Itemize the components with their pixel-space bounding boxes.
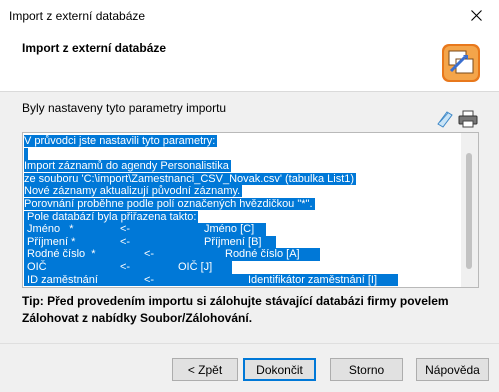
mapping-source: Jméno * (24, 223, 120, 236)
summary-line: Nové záznamy aktualizují původní záznamy… (24, 185, 243, 198)
close-icon (470, 10, 482, 21)
mapping-arrow: <- (120, 235, 204, 249)
mapping-source: OIČ (24, 260, 120, 274)
window-title: Import z externí databáze (9, 9, 146, 23)
notes-icon[interactable] (436, 110, 454, 128)
vertical-scrollbar[interactable] (461, 133, 478, 287)
mapping-arrow: <- (144, 248, 225, 261)
summary-line: Porovnání proběhne podle polí označených… (24, 197, 315, 210)
mapping-target: Příjmení [B] (204, 235, 276, 249)
summary-line: Import záznamů do agendy Personalistika (24, 160, 231, 173)
mapping-row: Příjmení * <- Příjmení [B] (24, 235, 356, 249)
help-button[interactable]: Nápověda (416, 358, 489, 381)
back-button[interactable]: < Zpět (172, 358, 238, 381)
section-label: Byly nastaveny tyto parametry importu (22, 101, 227, 115)
mapping-source: Rodné číslo * (24, 248, 144, 261)
finish-button[interactable]: Dokončit (243, 358, 316, 381)
mapping-target: OIČ [J] (178, 260, 232, 274)
summary-textbox[interactable]: V průvodci jste nastavili tyto parametry… (22, 132, 479, 288)
mapping-arrow: <- (144, 273, 248, 287)
mapping-source: Příjmení * (24, 235, 120, 249)
summary-line: Pole databází byla přiřazena takto: (24, 210, 199, 223)
footer-divider (0, 343, 499, 344)
close-button[interactable] (453, 0, 499, 31)
title-bar: Import z externí databáze (0, 0, 499, 31)
print-icon[interactable] (458, 110, 478, 128)
summary-line: V průvodci jste nastavili tyto parametry… (24, 135, 218, 147)
scrollbar-thumb[interactable] (466, 153, 472, 269)
mapping-source: ID zaměstnání (24, 273, 144, 287)
cancel-button[interactable]: Storno (330, 358, 403, 381)
summary-line (24, 147, 356, 161)
mapping-arrow: <- (120, 223, 204, 236)
wizard-header: Import z externí databáze (0, 31, 499, 92)
mapping-row: ID zaměstnání <- Identifikátor zaměstnán… (24, 273, 398, 287)
mapping-arrow: <- (120, 260, 178, 274)
mapping-row: Jméno * <- Jméno [C] (24, 223, 356, 236)
mapping-target: Jméno [C] (204, 223, 266, 236)
summary-line: ze souboru 'C:\import\Zamestnanci_CSV_No… (24, 172, 357, 185)
mapping-row: OIČ <- OIČ [J] (24, 260, 356, 274)
wizard-title: Import z externí databáze (22, 41, 167, 55)
mapping-target: Rodné číslo [A] (225, 248, 320, 261)
mapping-target: Identifikátor zaměstnání [I] (248, 273, 398, 287)
database-import-logo-icon (442, 44, 480, 82)
mapping-row: Rodné číslo * <- Rodné číslo [A] (24, 248, 356, 261)
tip-text: Tip: Před provedením importu si zálohujt… (22, 294, 449, 325)
